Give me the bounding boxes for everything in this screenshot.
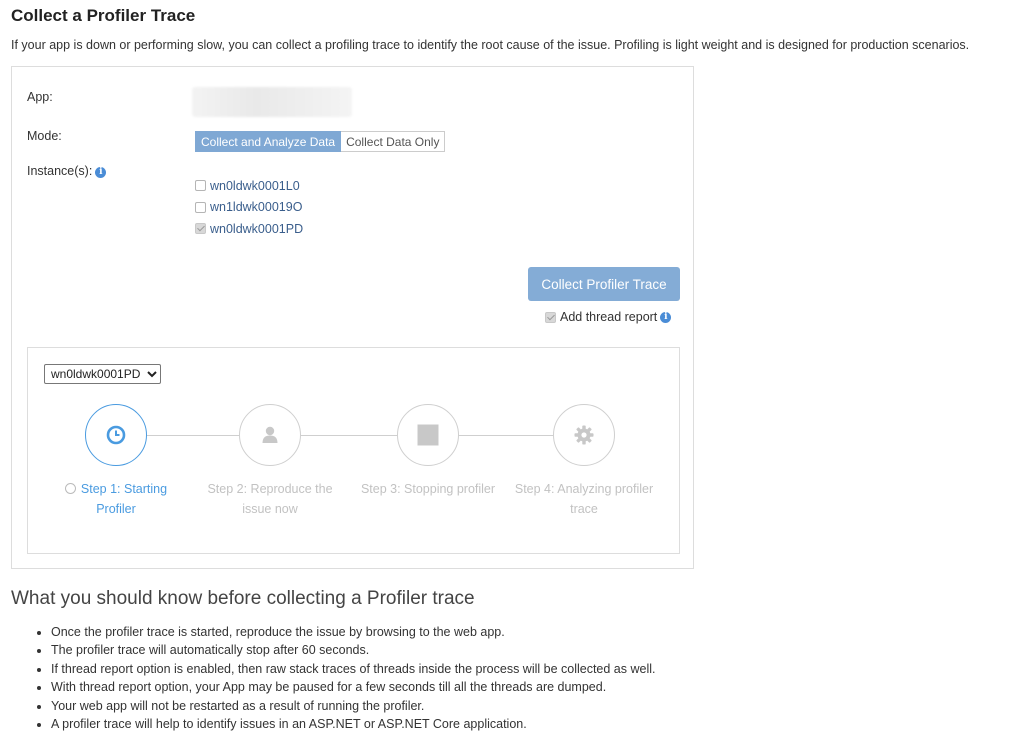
- profiler-panel: App: Mode: Collect and Analyze Data Coll…: [11, 66, 694, 569]
- steps-panel: wn0ldwk0001PD Step 1: Starting Profiler …: [27, 347, 680, 554]
- instance-list: wn0ldwk0001L0 wn1ldwk00019O wn0ldwk0001P…: [195, 175, 303, 240]
- step-3-label: Step 3: Stopping profiler: [360, 482, 496, 496]
- step-1-circle: [85, 404, 147, 466]
- list-item: If thread report option is enabled, then…: [51, 660, 656, 678]
- instance-checkbox[interactable]: [195, 223, 206, 235]
- gear-icon: [574, 425, 594, 445]
- instance-select[interactable]: wn0ldwk0001PD: [44, 364, 161, 384]
- user-icon: [262, 426, 278, 443]
- info-icon[interactable]: i: [660, 311, 672, 323]
- instance-name: wn0ldwk0001PD: [210, 221, 304, 236]
- instance-item[interactable]: wn1ldwk00019O: [195, 197, 303, 219]
- instance-item[interactable]: wn0ldwk0001PD: [195, 218, 303, 240]
- step-connector: [301, 435, 397, 436]
- list-item: Your web app will not be restarted as a …: [51, 697, 656, 715]
- list-item: With thread report option, your App may …: [51, 678, 656, 696]
- thread-report-checkbox[interactable]: [545, 311, 556, 323]
- mode-collect-only-button[interactable]: Collect Data Only: [341, 131, 446, 152]
- instances-label-row: Instance(s): i: [27, 164, 107, 178]
- instance-name: wn0ldwk0001L0: [210, 178, 300, 193]
- list-item: Once the profiler trace is started, repr…: [51, 623, 656, 641]
- app-label: App:: [27, 90, 53, 104]
- mode-collect-analyze-button[interactable]: Collect and Analyze Data: [195, 131, 342, 152]
- step-2-label: Step 2: Reproduce the issue now: [207, 482, 333, 516]
- page-description: If your app is down or performing slow, …: [11, 38, 970, 52]
- thread-report-label: Add thread report: [560, 310, 658, 324]
- info-icon[interactable]: i: [95, 167, 107, 178]
- loading-spinner-icon: [64, 483, 76, 494]
- collect-profiler-trace-button[interactable]: Collect Profiler Trace: [528, 267, 680, 301]
- clock-icon: [106, 425, 126, 445]
- instances-label: Instance(s):: [27, 164, 93, 178]
- page-title: Collect a Profiler Trace: [11, 6, 196, 25]
- list-item: A profiler trace will help to identify i…: [51, 715, 656, 733]
- app-name-redacted: [192, 87, 352, 117]
- know-section-title: What you should know before collecting a…: [11, 588, 475, 609]
- mode-toggle-group: Collect and Analyze Data Collect Data On…: [195, 131, 446, 152]
- step-3-circle: [397, 404, 459, 466]
- step-4-circle: [553, 404, 615, 466]
- step-connector: [147, 435, 239, 436]
- thread-report-option[interactable]: Add thread report i: [545, 310, 672, 324]
- stop-icon: [417, 424, 439, 446]
- mode-label: Mode:: [27, 129, 62, 143]
- instance-checkbox[interactable]: [195, 201, 206, 213]
- instance-checkbox[interactable]: [195, 180, 206, 192]
- step-1-label: Step 1: Starting Profiler: [46, 479, 186, 519]
- know-list: Once the profiler trace is started, repr…: [33, 623, 656, 733]
- instance-name: wn1ldwk00019O: [210, 200, 303, 215]
- step-2-circle: [239, 404, 301, 466]
- instance-item[interactable]: wn0ldwk0001L0: [195, 175, 303, 197]
- list-item: The profiler trace will automatically st…: [51, 641, 656, 659]
- step-connector: [459, 435, 553, 436]
- step-4-label: Step 4: Analyzing profiler trace: [514, 482, 654, 516]
